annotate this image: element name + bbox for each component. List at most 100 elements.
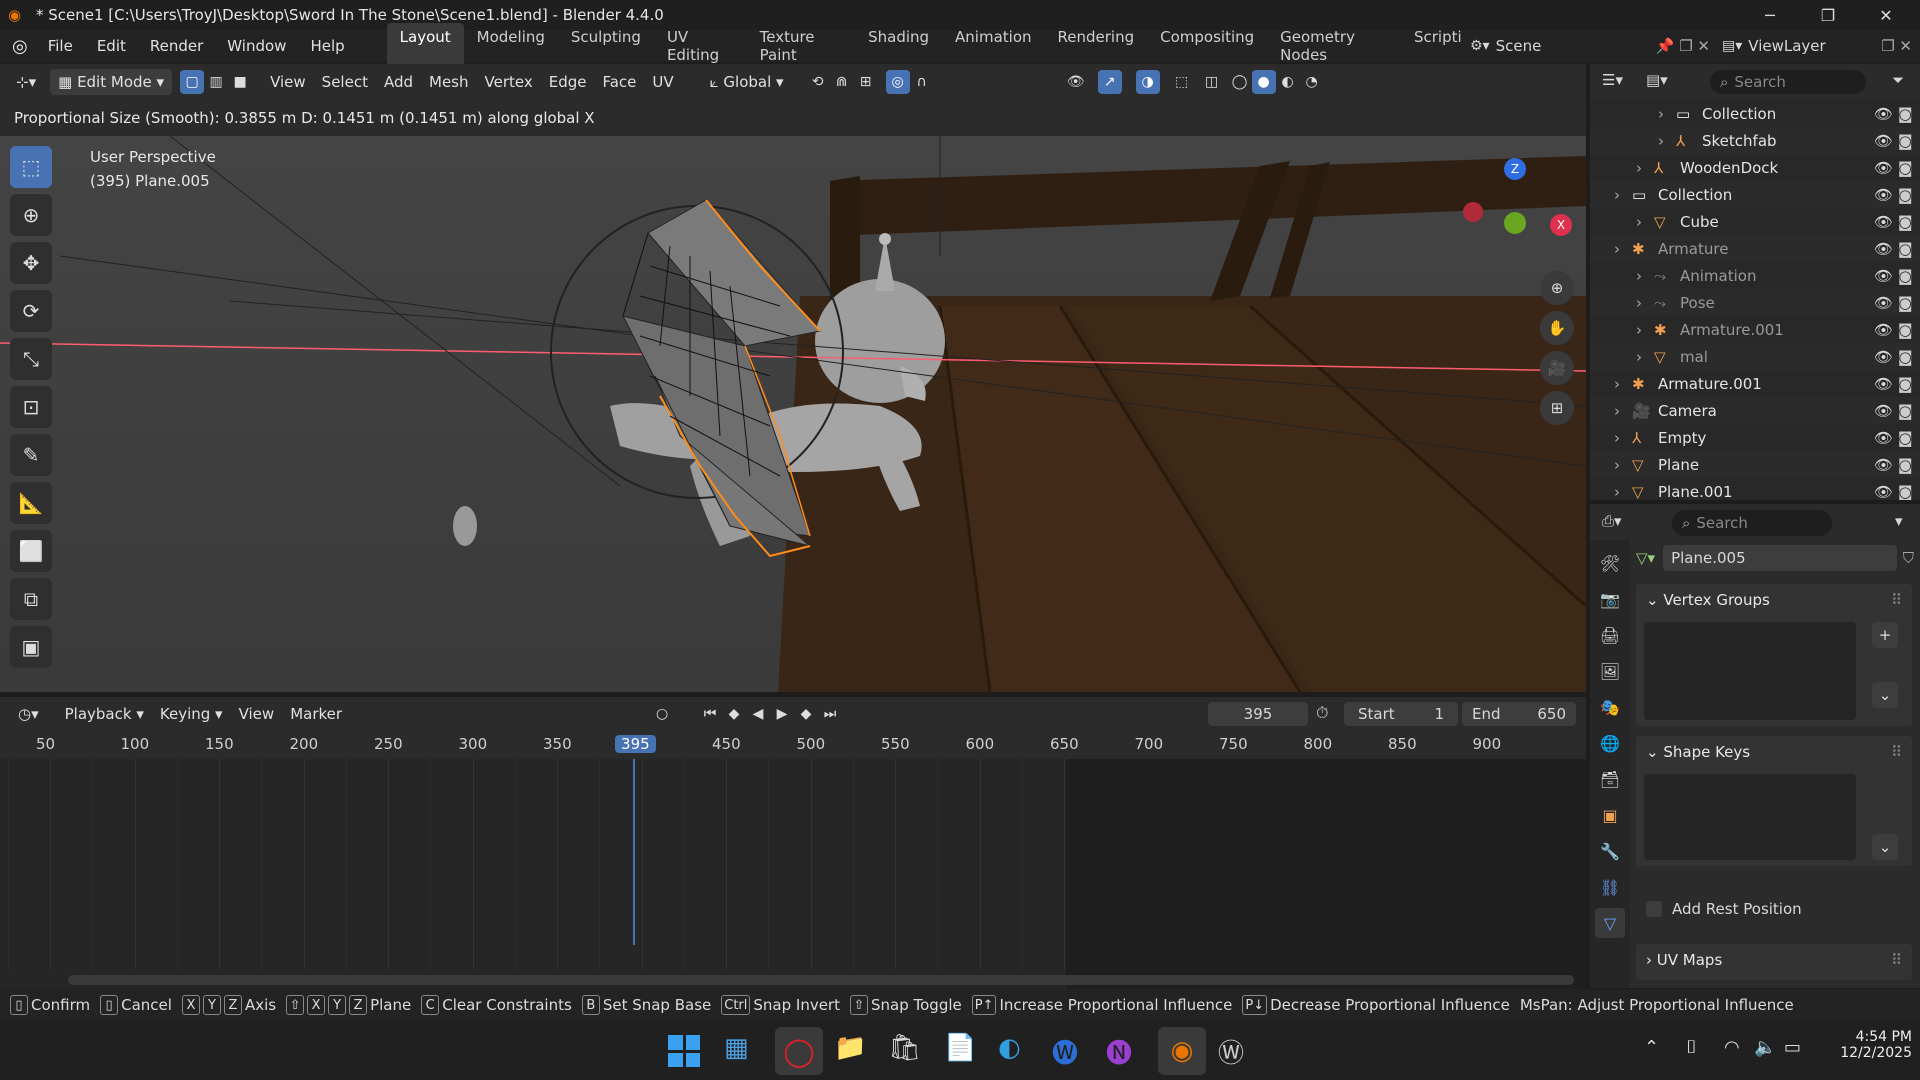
pan-hand-icon[interactable]: ✋ [1540,311,1574,345]
eye-icon[interactable]: 👁 [1874,402,1893,420]
viewport-menu-face[interactable]: Face [594,69,644,95]
edge-browser-icon[interactable]: ◐ [998,1033,1021,1063]
eye-icon[interactable]: 👁 [1874,105,1893,123]
playhead-frame-label[interactable]: 395 [615,735,656,753]
timeline-editor-icon[interactable]: ◷▾ [10,701,47,727]
tab-layout[interactable]: Layout [386,23,464,69]
rotate-icon[interactable]: ⟳ [10,290,52,332]
outliner-row[interactable]: › ▭ Collection 👁 ◙ [1590,100,1920,127]
viewport-menu-mesh[interactable]: Mesh [421,69,477,95]
render-camera-icon[interactable]: ◙ [1898,132,1913,150]
drag-handle-icon[interactable]: ⠿ [1891,591,1902,609]
tab-shading[interactable]: Shading [855,23,942,69]
snap-target-icon[interactable]: ⊞ [854,70,878,94]
expand-arrow-icon[interactable]: › [1614,240,1620,258]
transform-icon[interactable]: ⊡ [10,386,52,428]
viewport-menu-vertex[interactable]: Vertex [477,69,541,95]
outliner-row[interactable]: › ⤳ Pose 👁 ◙ [1590,289,1920,316]
render-camera-icon[interactable]: ◙ [1898,321,1913,339]
cursor-icon[interactable]: ⊕ [10,194,52,236]
expand-arrow-icon[interactable]: › [1658,105,1664,123]
add-vertex-group-icon[interactable]: + [1872,622,1898,648]
timeline-menu-view[interactable]: View [231,701,283,727]
eye-icon[interactable]: 👁 [1874,240,1893,258]
viewport-menu-view[interactable]: View [262,69,314,95]
eye-icon[interactable]: 👁 [1874,429,1893,447]
viewport-menu-select[interactable]: Select [314,69,376,95]
blender-taskbar-icon[interactable]: ◉ [1158,1027,1206,1075]
render-camera-icon[interactable]: ◙ [1898,186,1913,204]
visibility-icon[interactable]: 👁 [1064,70,1088,94]
face-select-icon[interactable]: ■ [228,70,252,94]
outliner-row[interactable]: › ⅄ Sketchfab 👁 ◙ [1590,127,1920,154]
auto-key-icon[interactable]: ○ [650,702,674,726]
fake-user-icon[interactable]: ⛉ [1903,549,1914,567]
falloff-icon[interactable]: ∩ [910,70,934,94]
view-layer-selector[interactable]: ▤▾ ViewLayer ❐ ✕ [1722,33,1912,59]
stopwatch-icon[interactable]: ⏱ [1316,703,1328,723]
display-mode-icon[interactable]: ▤▾ [1646,71,1668,89]
volume-icon[interactable]: 🔈 [1754,1037,1776,1058]
timeline-ruler[interactable]: 50 100 150 200 250 300 350 395 450 500 550 600 650 70… [0,731,1586,759]
collection-tab-icon[interactable]: 🗃 [1595,764,1625,794]
gizmo-y-axis[interactable] [1504,212,1526,234]
prev-keyframe-icon[interactable]: ◆ [722,702,746,726]
annotate-icon[interactable]: ✎ [10,434,52,476]
xray-icon[interactable]: ◫ [1200,70,1224,94]
menu-help[interactable]: Help [298,37,356,55]
wordpad-icon[interactable]: Ⓦ [1218,1033,1244,1070]
eye-icon[interactable]: 👁 [1874,186,1893,204]
properties-editor-icon[interactable]: ⎙▾ [1602,512,1622,530]
shape-keys-list[interactable] [1644,774,1856,860]
outliner-row[interactable]: › ▽ Plane 👁 ◙ [1590,451,1920,478]
outliner-editor-icon[interactable]: ☰▾ [1602,71,1623,89]
wireframe-shading-icon[interactable]: ◯ [1228,70,1252,94]
data-tab-icon[interactable]: ▽ [1595,908,1625,938]
uv-maps-header[interactable]: › UV Maps ⠿ [1636,944,1912,976]
viewport-menu-add[interactable]: Add [376,69,421,95]
mode-selector[interactable]: ▦ Edit Mode ▾ [50,69,173,95]
filter-icon[interactable]: ⏷ [1892,71,1904,89]
render-camera-icon[interactable]: ◙ [1898,483,1913,501]
play-reverse-icon[interactable]: ◀ [746,702,770,726]
usb-icon[interactable]: ⌷ [1686,1037,1697,1058]
tool-tab-icon[interactable]: 🛠 [1595,548,1625,578]
outliner-row[interactable]: › ✱ Armature.001 👁 ◙ [1590,370,1920,397]
editor-type-icon[interactable]: ⊹▾ [8,69,44,95]
render-camera-icon[interactable]: ◙ [1898,456,1913,474]
gizmo-x-axis[interactable]: X [1550,214,1572,236]
properties-options-icon[interactable]: ▾ [1895,512,1903,530]
menu-window[interactable]: Window [215,37,298,55]
expand-arrow-icon[interactable]: › [1614,429,1620,447]
proportional-edit-icon[interactable]: ◎ [885,70,910,94]
start-frame-field[interactable]: Start 1 [1344,702,1458,726]
eye-icon[interactable]: 👁 [1874,375,1893,393]
battery-icon[interactable]: ▭ [1784,1037,1801,1058]
vertex-select-icon[interactable]: ▢ [180,70,205,94]
shape-keys-header[interactable]: ⌄ Shape Keys ⠿ [1636,736,1912,768]
solid-shading-icon[interactable]: ● [1251,70,1276,94]
render-camera-icon[interactable]: ◙ [1898,105,1913,123]
blender-menu-icon[interactable]: ◎ [12,36,28,57]
move-icon[interactable]: ✥ [10,242,52,284]
expand-arrow-icon[interactable]: › [1614,456,1620,474]
render-camera-icon[interactable]: ◙ [1898,213,1913,231]
eye-icon[interactable]: 👁 [1874,213,1893,231]
zoom-icon[interactable]: ⊕ [1540,271,1574,305]
expand-arrow-icon[interactable]: › [1636,348,1642,366]
mesh-name-field[interactable]: Plane.005 [1663,545,1897,571]
clock[interactable]: 4:54 PM 12/2/2025 [1816,1029,1912,1061]
tab-scripting[interactable]: Scripti [1401,23,1475,69]
shape-key-menu-icon[interactable]: ⌄ [1872,834,1898,860]
edge-select-icon[interactable]: ▥ [204,70,228,94]
overlay-toggle-icon[interactable]: ◑ [1135,70,1160,94]
pin-icon[interactable]: 📌 ❐ ✕ [1656,37,1710,55]
orientation-selector[interactable]: ⟀ Global ▾ [702,69,792,95]
measure-icon[interactable]: 📐 [10,482,52,524]
add-cube-icon[interactable]: ⬜ [10,530,52,572]
next-keyframe-icon[interactable]: ◆ [794,702,818,726]
start-button-icon[interactable] [668,1035,700,1067]
render-camera-icon[interactable]: ◙ [1898,240,1913,258]
render-camera-icon[interactable]: ◙ [1898,429,1913,447]
expand-arrow-icon[interactable]: › [1636,294,1642,312]
